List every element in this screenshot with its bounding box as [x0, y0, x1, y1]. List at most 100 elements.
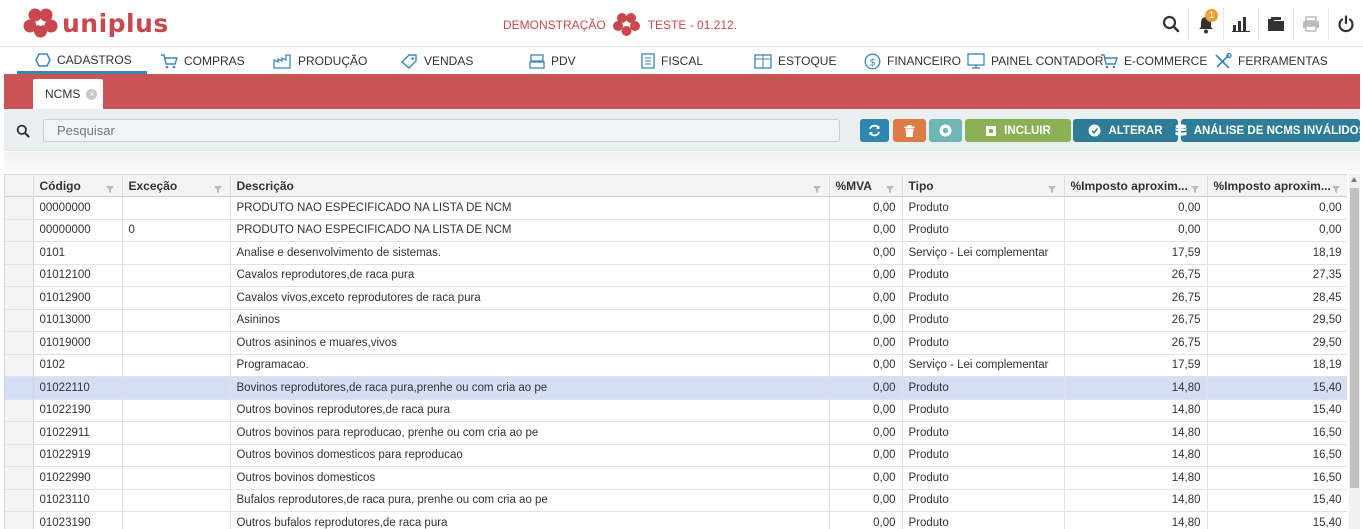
- row-header[interactable]: [5, 376, 34, 400]
- menu-estoque[interactable]: ESTOQUE: [754, 48, 836, 74]
- column-header[interactable]: %Imposto aproxim...: [1207, 174, 1347, 197]
- tab-ncms[interactable]: NCMS ×: [33, 79, 103, 109]
- table-row[interactable]: 00000000 0 PRODUTO NAO ESPECIFICADO NA LIS…: [5, 219, 1347, 242]
- cart-icon: [1100, 53, 1118, 69]
- table-cell: [122, 286, 231, 310]
- row-header[interactable]: [5, 264, 34, 287]
- search-icon[interactable]: [10, 119, 36, 142]
- table-row[interactable]: 00000000 PRODUTO NAO ESPECIFICADO NA LIST…: [5, 196, 1347, 220]
- vertical-scrollbar[interactable]: [1349, 174, 1360, 529]
- table-cell: Produto: [902, 196, 1065, 220]
- table-row[interactable]: 01022919 Outros bovinos domesticos para r…: [5, 444, 1347, 467]
- scrollbar-thumb[interactable]: [1350, 188, 1359, 488]
- view-button[interactable]: [929, 119, 962, 142]
- printer-icon[interactable]: [1293, 8, 1328, 40]
- table-cell: Produto: [902, 331, 1065, 355]
- table-row[interactable]: 01012100 Cavalos reprodutores,de raca pur…: [5, 264, 1347, 287]
- row-header[interactable]: [5, 286, 34, 310]
- table-row[interactable]: 0101 Analise e desenvolvimento de sistema…: [5, 241, 1347, 265]
- uniplus-logo[interactable]: uniplus: [22, 7, 169, 39]
- filter-icon[interactable]: [1190, 182, 1199, 196]
- row-header[interactable]: [5, 489, 34, 512]
- trash-icon: [904, 124, 915, 137]
- scroll-up-arrow-icon[interactable]: [1351, 177, 1357, 182]
- row-header[interactable]: [5, 466, 34, 490]
- filter-icon[interactable]: [1047, 182, 1056, 196]
- analise-ncms-button[interactable]: ANÁLISE DE NCMS INVÁLIDOS: [1175, 119, 1363, 142]
- alterar-button[interactable]: ALTERAR: [1073, 119, 1178, 142]
- search-input[interactable]: [43, 119, 840, 142]
- menu-producao[interactable]: PRODUÇÃO: [273, 48, 367, 74]
- filter-icon[interactable]: [812, 182, 821, 196]
- table-cell: 0,00: [829, 354, 903, 377]
- column-header[interactable]: %MVA: [829, 174, 903, 197]
- row-header[interactable]: [5, 511, 34, 529]
- button-label: INCLUIR: [1004, 124, 1051, 137]
- menu-pdv[interactable]: PDV: [529, 48, 576, 74]
- table-cell: 14,80: [1064, 421, 1208, 445]
- menu-vendas[interactable]: VENDAS: [400, 48, 473, 74]
- table-cell: 0,00: [829, 511, 903, 529]
- incluir-button[interactable]: INCLUIR: [965, 119, 1071, 142]
- menu-ferramentas[interactable]: FERRAMENTAS: [1214, 48, 1328, 74]
- menu-financeiro[interactable]: $ FINANCEIRO: [864, 48, 961, 74]
- search-icon[interactable]: [1153, 8, 1188, 40]
- folder-icon[interactable]: [1258, 8, 1293, 40]
- filter-icon[interactable]: [105, 182, 114, 196]
- menu-label: PDV: [551, 54, 576, 68]
- table-row[interactable]: 01022190 Outros bovinos reprodutores,de r…: [5, 399, 1347, 422]
- filter-icon[interactable]: [1331, 182, 1340, 196]
- refresh-button[interactable]: [860, 119, 889, 142]
- menu-compras[interactable]: COMPRAS: [160, 48, 245, 74]
- table-row[interactable]: 01022110 Bovinos reprodutores,de raca pur…: [5, 376, 1347, 400]
- menu-label: COMPRAS: [184, 54, 245, 68]
- table-cell: Produto: [902, 264, 1065, 287]
- row-header[interactable]: [5, 241, 34, 265]
- close-icon[interactable]: ×: [86, 88, 98, 100]
- bell-icon[interactable]: 1: [1188, 8, 1223, 40]
- table-cell: [122, 399, 231, 422]
- table-cell: [122, 309, 231, 332]
- column-header[interactable]: Exceção: [122, 174, 231, 197]
- company-prefix: DEMONSTRAÇÃO: [503, 18, 606, 32]
- table-cell: Bufalos reprodutores,de raca pura, prenh…: [230, 489, 830, 512]
- row-header[interactable]: [5, 219, 34, 242]
- filter-icon[interactable]: [885, 182, 894, 196]
- row-header[interactable]: [5, 444, 34, 467]
- chart-icon[interactable]: [1223, 8, 1258, 40]
- table-row[interactable]: 01022911 Outros bovinos para reproducao, …: [5, 421, 1347, 445]
- table-row[interactable]: 01012900 Cavalos vivos,exceto reprodutore…: [5, 286, 1347, 310]
- row-header[interactable]: [5, 309, 34, 332]
- factory-icon: [273, 53, 292, 69]
- table-row[interactable]: 01023190 Outros bufalos reprodutores,de r…: [5, 511, 1347, 529]
- column-header[interactable]: Descrição: [230, 174, 830, 197]
- table-cell: 16,50: [1207, 466, 1347, 490]
- menu-fiscal[interactable]: FISCAL: [641, 48, 703, 74]
- table-cell: 17,59: [1064, 354, 1208, 377]
- menu-e-commerce[interactable]: E-COMMERCE: [1100, 48, 1207, 74]
- delete-button[interactable]: [893, 119, 926, 142]
- table-cell: Produto: [902, 489, 1065, 512]
- row-header[interactable]: [5, 331, 34, 355]
- menu-cadastros[interactable]: CADASTROS: [17, 48, 147, 74]
- logo-icon: [22, 6, 60, 40]
- column-header[interactable]: Tipo: [902, 174, 1065, 197]
- menu-label: PAINEL CONTADOR: [991, 54, 1104, 68]
- row-header[interactable]: [5, 421, 34, 445]
- row-header[interactable]: [5, 196, 34, 220]
- row-header[interactable]: [5, 354, 34, 377]
- column-header[interactable]: %Imposto aproxim...: [1064, 174, 1208, 197]
- column-header-label: %Imposto aproxim...: [1213, 178, 1331, 193]
- menu-label: FINANCEIRO: [887, 54, 962, 68]
- menu-painel-contador[interactable]: PAINEL CONTADOR: [967, 48, 1103, 74]
- table-row[interactable]: 01022990 Outros bovinos domesticos 0,00 Pro…: [5, 466, 1347, 490]
- table-row[interactable]: 01023110 Bufalos reprodutores,de raca pur…: [5, 489, 1347, 512]
- column-header[interactable]: Código: [33, 174, 123, 197]
- power-icon[interactable]: [1328, 8, 1363, 40]
- table-row[interactable]: 01013000 Asininos 0,00 Produto 26,75 29,50: [5, 309, 1347, 332]
- filter-icon[interactable]: [213, 182, 222, 196]
- table-row[interactable]: 0102 Programacao. 0,00 Serviço - Lei comple…: [5, 354, 1347, 377]
- table-row[interactable]: 01019000 Outros asininos e muares,vivos 0,…: [5, 331, 1347, 355]
- table-cell: Outros bovinos para reproducao, prenhe o…: [230, 421, 830, 445]
- row-header[interactable]: [5, 399, 34, 422]
